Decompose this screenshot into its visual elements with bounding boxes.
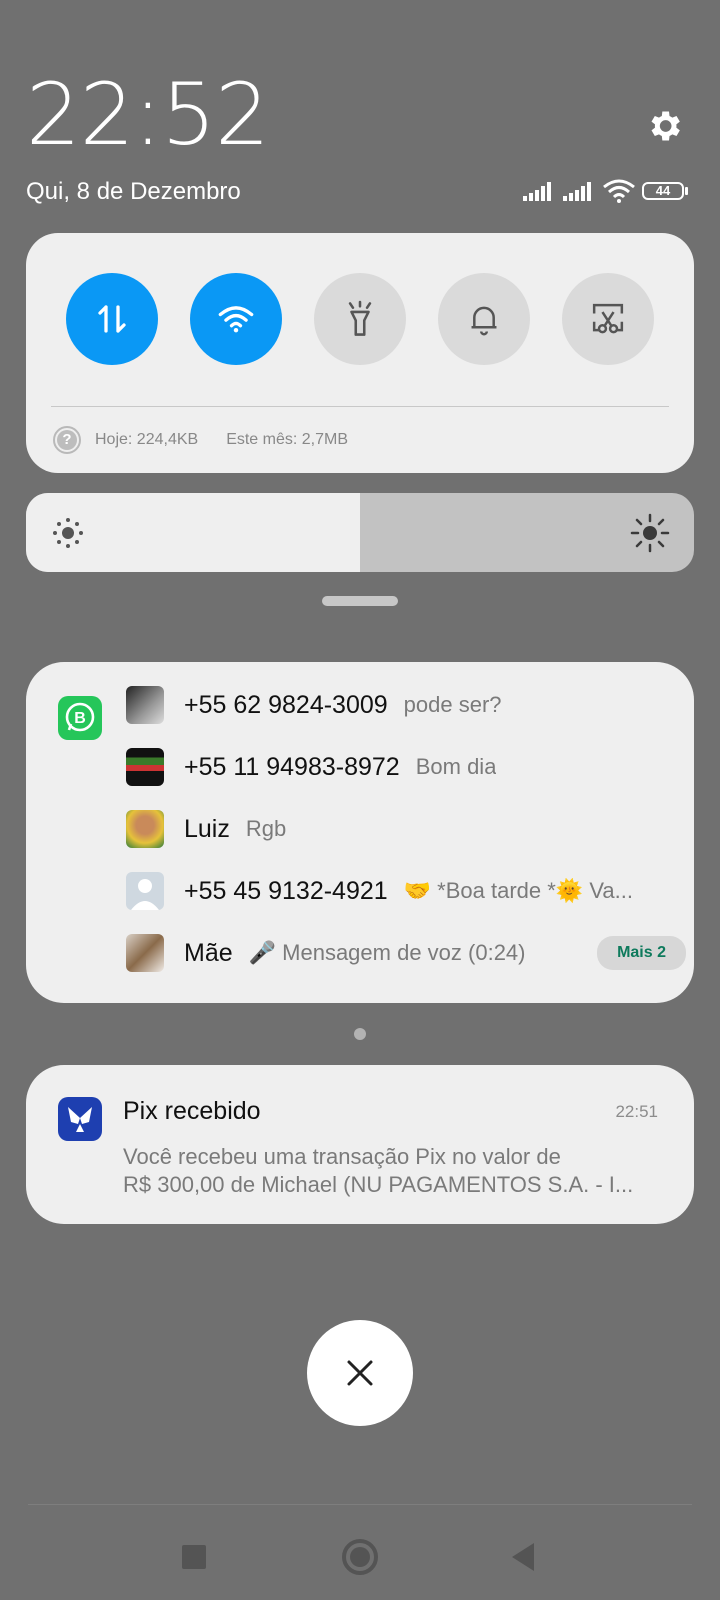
sender-name: Luiz (184, 814, 230, 843)
notification-time: 22:51 (615, 1102, 658, 1121)
brightness-high-icon (630, 513, 670, 553)
usage-today: Hoje: 224,4KB (95, 431, 199, 448)
avatar (126, 934, 164, 972)
sender-name: +55 11 94983-8972 (184, 752, 400, 781)
clear-all-button[interactable] (307, 1320, 413, 1426)
settings-gear-icon[interactable] (644, 106, 684, 146)
usage-month: Este mês: 2,7MB (226, 431, 349, 448)
clock: 22:52 (26, 65, 270, 165)
battery-tip (685, 187, 688, 195)
sound-toggle[interactable] (438, 273, 530, 365)
flashlight-toggle[interactable] (314, 273, 406, 365)
date-label: Qui, 8 de Dezembro (26, 178, 241, 205)
sender-name: +55 45 9132-4921 (184, 876, 388, 905)
svg-text:B: B (74, 710, 86, 727)
message-row[interactable]: +55 62 9824-3009 pode ser? (126, 685, 686, 725)
mobile-data-toggle[interactable] (66, 273, 158, 365)
message-preview: 🎤 Mensagem de voz (0:24) (248, 940, 526, 965)
help-icon: ? (53, 426, 81, 454)
body-line: Você recebeu uma transação Pix no valor … (123, 1144, 561, 1169)
battery-icon: 44 (642, 182, 684, 200)
message-row[interactable]: Luiz Rgb (126, 809, 686, 849)
data-usage[interactable]: ? Hoje: 224,4KB Este mês: 2,7MB (53, 423, 348, 457)
signal-icon (523, 182, 551, 201)
flashlight-icon (348, 300, 372, 336)
drag-handle[interactable] (322, 596, 398, 606)
nav-divider (28, 1504, 692, 1505)
wifi-toggle[interactable] (190, 273, 282, 365)
page-indicator (354, 1028, 366, 1040)
sender-name: +55 62 9824-3009 (184, 690, 388, 719)
message-preview: Rgb (245, 816, 287, 841)
home-button[interactable] (337, 1534, 383, 1580)
message-row[interactable]: +55 11 94983-8972 Bom dia (126, 747, 686, 787)
avatar (126, 748, 164, 786)
wifi-icon (603, 179, 635, 203)
notification-body: Você recebeu uma transação Pix no valor … (123, 1143, 659, 1199)
screenshot-toggle[interactable] (562, 273, 654, 365)
message-preview: pode ser? (403, 692, 502, 717)
message-row[interactable]: +55 45 9132-4921 🤝 *Boa tarde *🌞 Va... (126, 871, 686, 911)
whatsapp-notification[interactable]: B +55 62 9824-3009 pode ser? +55 11 9498… (26, 662, 694, 1003)
close-icon (347, 1360, 373, 1386)
bell-icon (471, 306, 497, 336)
circle-icon (342, 1539, 378, 1575)
pix-notification[interactable]: Pix recebido 22:51 Você recebeu uma tran… (26, 1065, 694, 1224)
brightness-low-icon (53, 518, 83, 548)
more-messages-button[interactable]: Mais 2 (597, 936, 686, 970)
body-line: R$ 300,00 de Michael (NU PAGAMENTOS S.A.… (123, 1172, 634, 1197)
message-preview: 🤝 *Boa tarde *🌞 Va... (403, 878, 633, 903)
whatsapp-business-icon: B (58, 696, 102, 740)
notification-title: Pix recebido (123, 1097, 261, 1125)
mobile-data-icon (98, 305, 126, 333)
message-preview: Bom dia (415, 754, 497, 779)
signal-icon (563, 182, 591, 201)
bank-app-icon (58, 1097, 102, 1141)
recents-button[interactable] (171, 1534, 217, 1580)
screenshot-scissors-icon (592, 303, 624, 334)
quick-settings-panel: ? Hoje: 224,4KB Este mês: 2,7MB (26, 233, 694, 473)
brightness-slider[interactable] (26, 493, 694, 572)
wifi-icon (218, 306, 254, 333)
status-bar-icons: 44 (522, 178, 692, 204)
sender-name: Mãe (184, 938, 233, 967)
default-avatar-icon (126, 872, 164, 910)
back-button[interactable] (500, 1534, 546, 1580)
back-triangle-icon (512, 1543, 534, 1571)
avatar (126, 686, 164, 724)
message-row[interactable]: Mãe 🎤 Mensagem de voz (0:24) Mais 2 (126, 933, 686, 973)
square-icon (182, 1545, 206, 1569)
avatar (126, 810, 164, 848)
divider (51, 406, 669, 407)
